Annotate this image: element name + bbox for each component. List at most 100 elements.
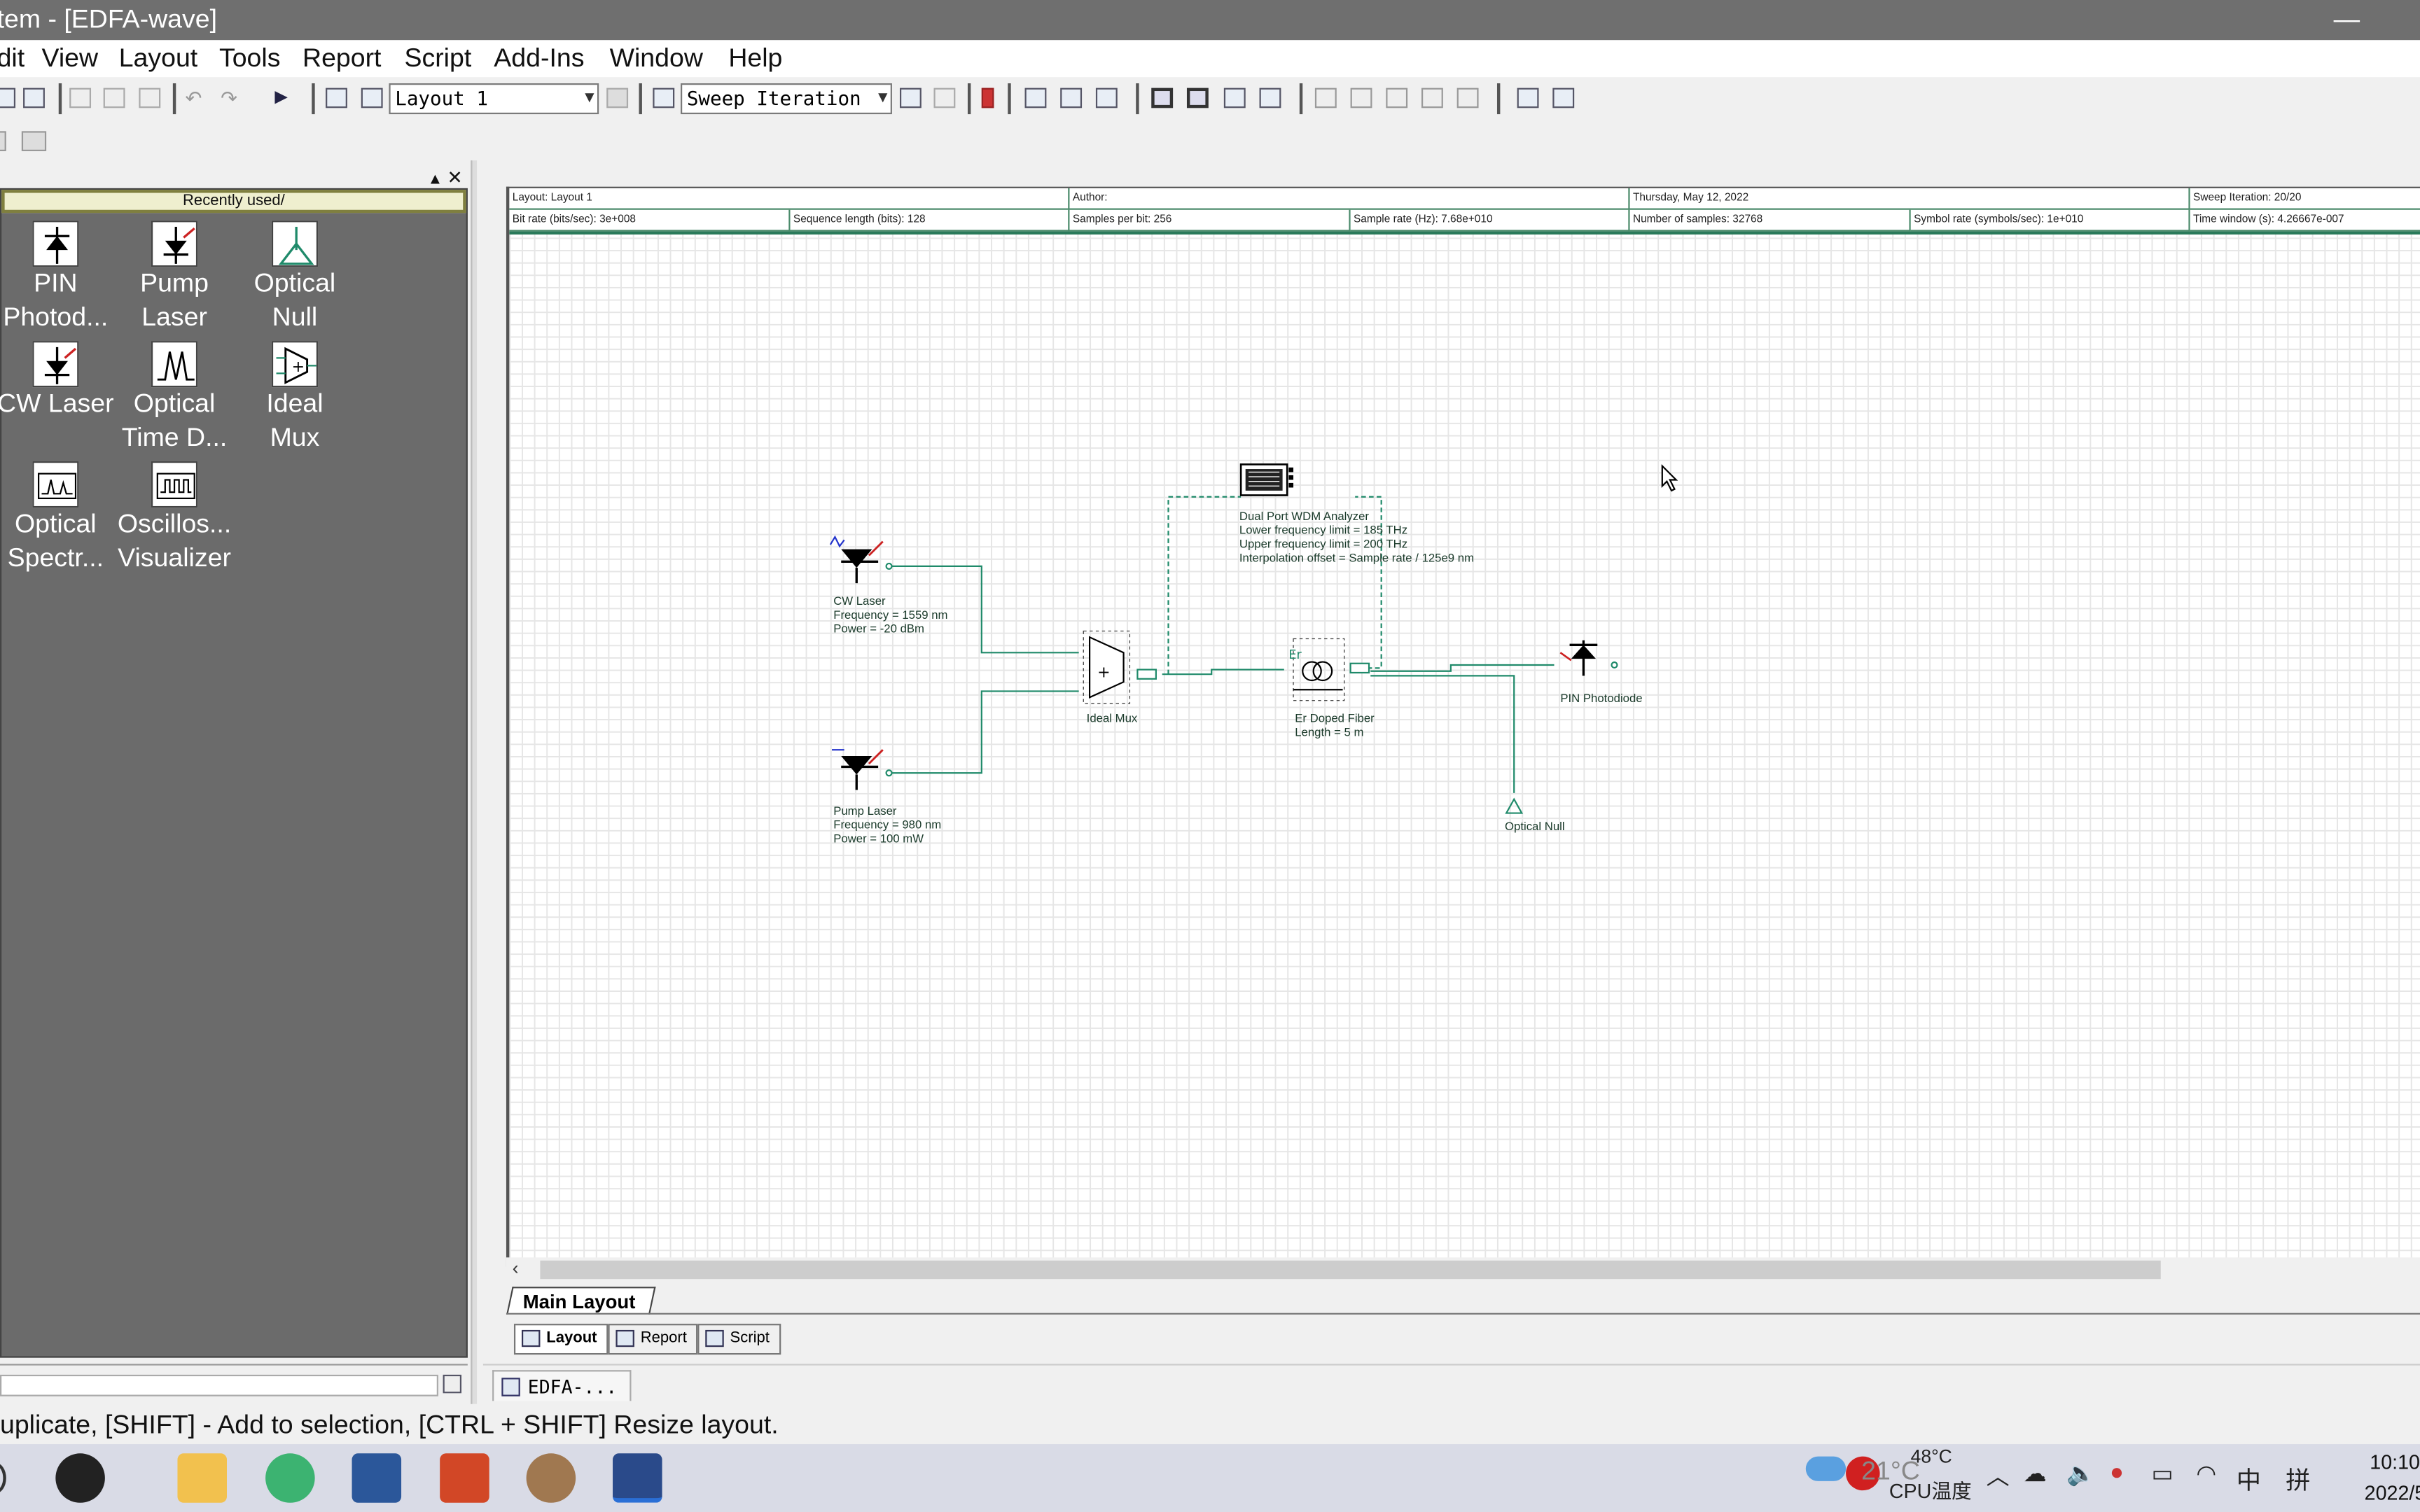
document-tab[interactable]: EDFA-... [492, 1370, 632, 1401]
layout-canvas[interactable]: Layout: Layout 1 Author: Thursday, May 1… [506, 186, 2420, 1267]
library-item-optical-spectrum[interactable]: Optical Spectr... [0, 461, 116, 575]
library-item-label: Visualizer [118, 542, 231, 573]
library-item-optical-time-domain[interactable]: Optical Time D... [114, 341, 235, 455]
library-item-pump-laser[interactable]: Pump Laser [114, 220, 235, 335]
minimize-button[interactable]: — [2334, 0, 2360, 40]
optisystem-app-icon[interactable] [613, 1453, 662, 1503]
view-mode-3-icon[interactable] [1223, 88, 1246, 108]
system-clock[interactable]: 10:10 2022/5/ [2365, 1447, 2420, 1508]
library-item-pin-photodiode[interactable]: PIN Photod... [0, 220, 116, 335]
view-mode-2-icon[interactable] [1186, 88, 1209, 108]
scroll-left-icon[interactable]: ‹ [513, 1257, 519, 1279]
panel-splitter[interactable] [471, 160, 478, 1404]
recently-used-header[interactable]: Recently used/ [1, 190, 466, 214]
sweep-prev-icon[interactable] [899, 88, 922, 108]
copy-icon[interactable] [103, 88, 125, 108]
menu-layout[interactable]: Layout [119, 40, 198, 77]
layout-properties-icon[interactable] [606, 88, 629, 108]
zoom-fit-icon[interactable] [1024, 88, 1047, 108]
layout-select-icon[interactable] [361, 88, 383, 108]
browser-icon[interactable] [265, 1453, 315, 1503]
library-settings-icon[interactable] [21, 131, 47, 152]
title-bar: tem - [EDFA-wave] — [0, 0, 2420, 41]
sweep-select[interactable]: Sweep Iteration ▼ [681, 83, 892, 115]
grid-icon[interactable] [1095, 88, 1118, 108]
cut-icon[interactable] [69, 88, 92, 108]
wire-mux-to-edf [1162, 668, 1284, 676]
pump-laser-symbol [832, 749, 893, 790]
layout-select[interactable]: Layout 1 ▼ [389, 83, 599, 115]
menu-report[interactable]: Report [302, 40, 381, 77]
wdm-analyzer-label[interactable]: Dual Port WDM Analyzer Lower frequency l… [1239, 509, 1474, 564]
tab-script[interactable]: Script [697, 1324, 781, 1355]
library-item-ideal-mux[interactable]: + Ideal Mux [235, 341, 355, 455]
er-doped-fiber-label[interactable]: Er Doped Fiber Length = 5 m [1295, 711, 1375, 739]
time-domain-visualizer-icon [151, 341, 198, 388]
close-icon[interactable]: ✕ [447, 167, 463, 188]
menu-view[interactable]: View [42, 40, 99, 77]
save-layout-icon[interactable] [1552, 88, 1575, 108]
view-mode-4-icon[interactable] [1259, 88, 1281, 108]
horizontal-scrollbar[interactable]: ‹ [506, 1257, 2420, 1282]
align-1-icon[interactable] [1314, 88, 1337, 108]
wifi-icon[interactable]: ◠ [2196, 1460, 2216, 1487]
menu-add-ins[interactable]: Add-Ins [494, 40, 584, 77]
cw-laser-label[interactable]: CW Laser Frequency = 1559 nm Power = -20… [833, 594, 947, 636]
library-item-cw-laser[interactable]: CW Laser [0, 341, 116, 421]
file-explorer-icon[interactable] [177, 1453, 228, 1503]
library-search-input[interactable] [0, 1374, 438, 1396]
scroll-thumb[interactable] [540, 1260, 2161, 1280]
save-icon[interactable] [0, 88, 16, 108]
sweep-icon[interactable] [653, 88, 675, 108]
menu-tools[interactable]: Tools [219, 40, 280, 77]
zoom-window-icon[interactable] [1060, 88, 1083, 108]
pinwheel-app-icon[interactable] [55, 1453, 105, 1503]
align-2-icon[interactable] [1350, 88, 1372, 108]
tab-main-layout[interactable]: Main Layout [506, 1287, 656, 1315]
paste-icon[interactable] [139, 88, 161, 108]
mouse-cursor-icon [1661, 464, 1678, 492]
undo-icon[interactable]: ↶ [185, 86, 209, 111]
chevron-up-icon[interactable]: ︿ [1987, 1460, 2010, 1492]
panel-pin-icon[interactable]: ▲ [428, 172, 443, 188]
library-icon[interactable] [0, 131, 6, 152]
align-5-icon[interactable] [1456, 88, 1479, 108]
tab-layout[interactable]: Layout [513, 1324, 608, 1355]
tab-script-label: Script [730, 1329, 770, 1348]
volume-icon[interactable]: 🔈 [2066, 1460, 2095, 1487]
weather-icon[interactable] [1805, 1456, 1847, 1481]
word-icon[interactable] [352, 1453, 402, 1503]
view-mode-1-icon[interactable] [1151, 88, 1174, 108]
run-icon[interactable]: ▶ [274, 86, 299, 111]
new-layout-icon[interactable] [326, 88, 347, 108]
battery-icon[interactable]: ▭ [2152, 1460, 2174, 1487]
er-doped-fiber-symbol: Er [1288, 638, 1370, 701]
optical-null-label[interactable]: Optical Null [1505, 819, 1565, 833]
pump-laser-label[interactable]: Pump Laser Frequency = 980 nm Power = 10… [833, 804, 941, 846]
search-icon[interactable] [0, 1462, 6, 1494]
sweep-next-icon[interactable] [933, 88, 956, 108]
menu-edit[interactable]: dit [0, 40, 25, 77]
onedrive-icon[interactable]: ☁ [2024, 1460, 2047, 1487]
library-item-optical-null[interactable]: Optical Null [235, 220, 355, 335]
print-icon[interactable] [23, 88, 45, 108]
tab-report[interactable]: Report [608, 1324, 698, 1355]
avatar-app-icon[interactable] [526, 1453, 576, 1503]
align-4-icon[interactable] [1421, 88, 1443, 108]
redo-icon[interactable]: ↷ [221, 86, 245, 111]
ime-mode[interactable]: 拼 [2286, 1460, 2310, 1497]
search-icon[interactable] [443, 1374, 462, 1394]
pin-photodiode-label[interactable]: PIN Photodiode [1560, 691, 1642, 705]
ime-language[interactable]: 中 [2237, 1460, 2261, 1497]
menu-help[interactable]: Help [728, 40, 782, 77]
powerpoint-icon[interactable] [440, 1453, 489, 1503]
stop-icon[interactable] [981, 88, 994, 108]
qq-icon[interactable]: ● [2110, 1460, 2124, 1485]
align-3-icon[interactable] [1386, 88, 1408, 108]
export-icon[interactable] [1517, 88, 1539, 108]
library-item-oscilloscope-visualizer[interactable]: Oscillos... Visualizer [114, 461, 235, 575]
wire-mux-to-wdm [1167, 496, 1242, 675]
menu-window[interactable]: Window [610, 40, 703, 77]
menu-script[interactable]: Script [404, 40, 471, 77]
ideal-mux-label[interactable]: Ideal Mux [1087, 711, 1138, 725]
